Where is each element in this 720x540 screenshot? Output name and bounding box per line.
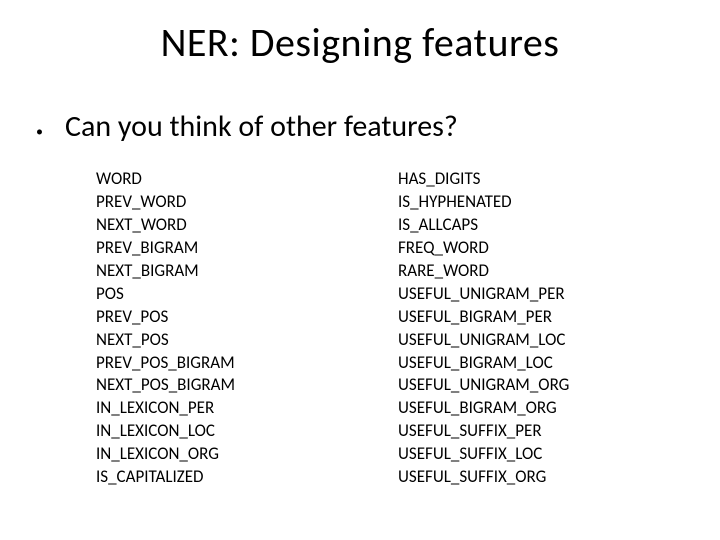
feature-item: USEFUL_BIGRAM_PER bbox=[398, 306, 660, 329]
feature-item: USEFUL_UNIGRAM_LOC bbox=[398, 329, 660, 352]
feature-item: IN_LEXICON_LOC bbox=[96, 420, 358, 443]
feature-column-left: WORDPREV_WORDNEXT_WORDPREV_BIGRAMNEXT_BI… bbox=[96, 168, 358, 489]
feature-item: USEFUL_UNIGRAM_ORG bbox=[398, 374, 660, 397]
bullet-text: Can you think of other features? bbox=[65, 108, 458, 145]
feature-item: NEXT_POS_BIGRAM bbox=[96, 374, 358, 397]
feature-item: IN_LEXICON_PER bbox=[96, 397, 358, 420]
feature-item: USEFUL_UNIGRAM_PER bbox=[398, 283, 660, 306]
feature-column-right: HAS_DIGITSIS_HYPHENATEDIS_ALLCAPSFREQ_WO… bbox=[398, 168, 660, 489]
feature-item: USEFUL_BIGRAM_LOC bbox=[398, 352, 660, 375]
feature-columns: WORDPREV_WORDNEXT_WORDPREV_BIGRAMNEXT_BI… bbox=[96, 168, 660, 489]
feature-item: WORD bbox=[96, 168, 358, 191]
feature-item: IS_ALLCAPS bbox=[398, 214, 660, 237]
feature-item: HAS_DIGITS bbox=[398, 168, 660, 191]
feature-item: USEFUL_SUFFIX_LOC bbox=[398, 443, 660, 466]
feature-item: IS_HYPHENATED bbox=[398, 191, 660, 214]
feature-item: NEXT_WORD bbox=[96, 214, 358, 237]
feature-item: RARE_WORD bbox=[398, 260, 660, 283]
feature-item: PREV_BIGRAM bbox=[96, 237, 358, 260]
feature-item: USEFUL_SUFFIX_ORG bbox=[398, 466, 660, 489]
bullet-row: • Can you think of other features? bbox=[36, 108, 684, 145]
slide: NER: Designing features • Can you think … bbox=[0, 0, 720, 540]
feature-item: PREV_POS bbox=[96, 306, 358, 329]
feature-item: POS bbox=[96, 283, 358, 306]
feature-item: IN_LEXICON_ORG bbox=[96, 443, 358, 466]
feature-item: IS_CAPITALIZED bbox=[96, 466, 358, 489]
feature-item: NEXT_POS bbox=[96, 329, 358, 352]
feature-item: PREV_POS_BIGRAM bbox=[96, 352, 358, 375]
bullet-dot-icon: • bbox=[36, 125, 43, 139]
slide-title: NER: Designing features bbox=[0, 18, 720, 67]
feature-item: USEFUL_SUFFIX_PER bbox=[398, 420, 660, 443]
feature-item: NEXT_BIGRAM bbox=[96, 260, 358, 283]
feature-item: FREQ_WORD bbox=[398, 237, 660, 260]
feature-item: PREV_WORD bbox=[96, 191, 358, 214]
feature-item: USEFUL_BIGRAM_ORG bbox=[398, 397, 660, 420]
